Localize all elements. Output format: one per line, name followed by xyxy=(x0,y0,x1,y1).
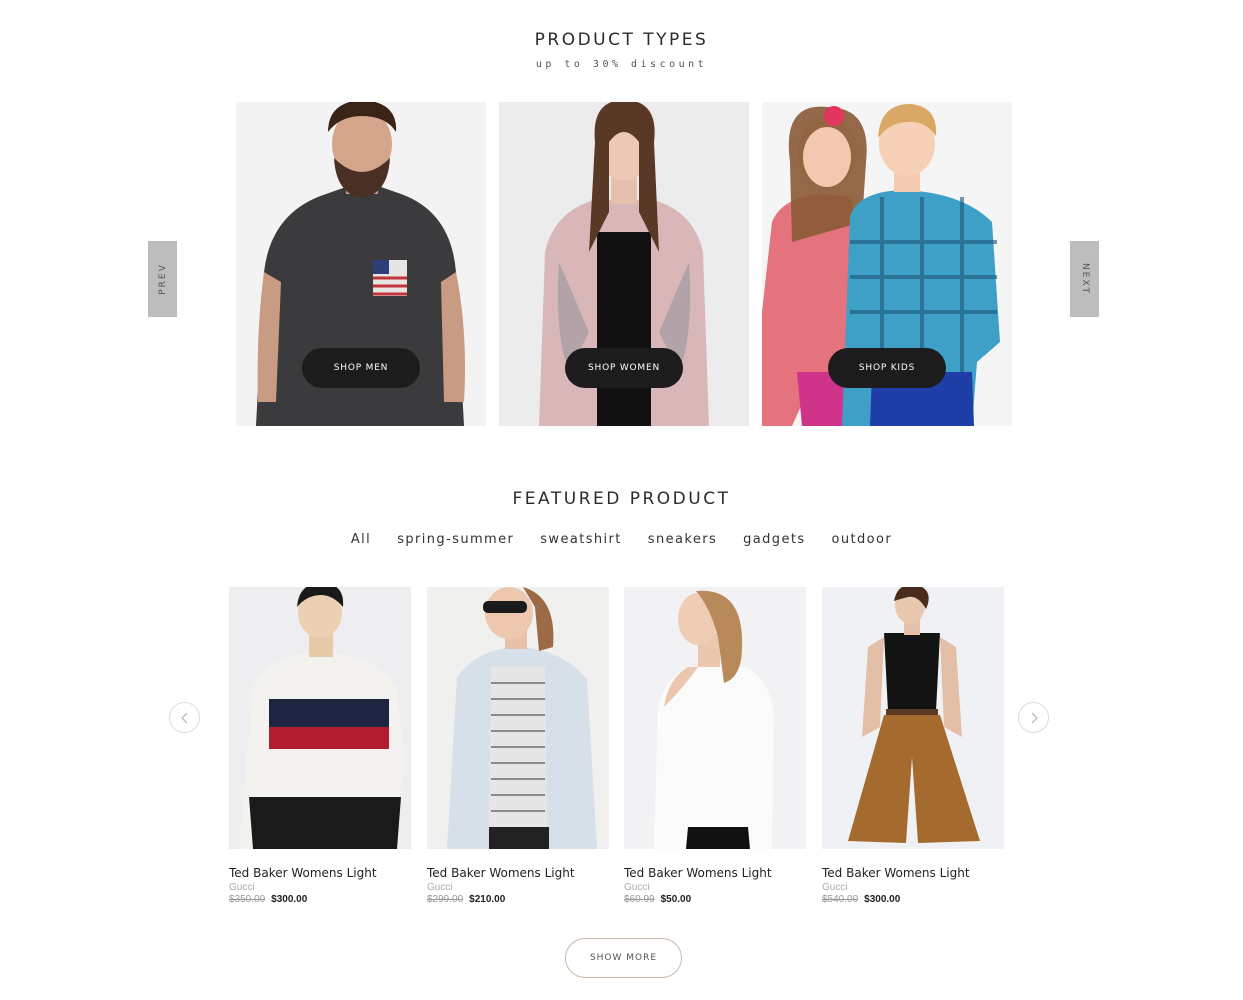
product-price: $300.00 xyxy=(864,894,901,905)
product-brand: Gucci xyxy=(427,882,453,893)
carousel-prev-button[interactable] xyxy=(169,702,200,733)
product-name[interactable]: Ted Baker Womens Light xyxy=(427,866,609,880)
filter-all[interactable]: All xyxy=(351,532,371,547)
product-name[interactable]: Ted Baker Womens Light xyxy=(822,866,1004,880)
shop-men-button[interactable]: SHOP MEN xyxy=(302,348,420,388)
next-tab[interactable]: NEXT xyxy=(1070,241,1099,317)
product-image[interactable] xyxy=(229,587,411,849)
product-price-row: $60.99 $50.00 xyxy=(624,894,806,905)
product-price: $210.00 xyxy=(469,894,506,905)
product-photo-blouse xyxy=(624,587,806,849)
product-types-title: PRODUCT TYPES xyxy=(534,30,709,50)
filter-outdoor[interactable]: outdoor xyxy=(832,532,893,547)
product-price-row: $350.00 $300.00 xyxy=(229,894,411,905)
product-type-card-kids[interactable]: SHOP KIDS xyxy=(762,102,1012,426)
next-tab-label: NEXT xyxy=(1079,263,1090,295)
filter-sweatshirt[interactable]: sweatshirt xyxy=(540,532,622,547)
shop-kids-button[interactable]: SHOP KIDS xyxy=(828,348,946,388)
product-price: $300.00 xyxy=(271,894,308,905)
product-old-price: $60.99 xyxy=(624,894,655,905)
prev-tab-label: PREV xyxy=(157,263,168,295)
product-card[interactable]: Ted Baker Womens Light Gucci $60.99 $50.0… xyxy=(624,587,806,905)
product-card[interactable]: Ted Baker Womens Light Gucci $350.00 $300… xyxy=(229,587,411,905)
product-image[interactable] xyxy=(822,587,1004,849)
prev-tab[interactable]: PREV xyxy=(148,241,177,317)
product-price-row: $299.00 $210.00 xyxy=(427,894,609,905)
product-type-card-men[interactable]: SHOP MEN xyxy=(236,102,486,426)
product-brand: Gucci xyxy=(624,882,650,893)
chevron-left-icon xyxy=(180,712,187,723)
product-photo-wide-pants xyxy=(822,587,1004,849)
product-name[interactable]: Ted Baker Womens Light xyxy=(624,866,806,880)
product-price-row: $540.00 $300.00 xyxy=(822,894,1004,905)
filter-gadgets[interactable]: gadgets xyxy=(743,532,805,547)
product-old-price: $299.00 xyxy=(427,894,464,905)
filter-sneakers[interactable]: sneakers xyxy=(648,532,717,547)
shop-women-button[interactable]: SHOP WOMEN xyxy=(565,348,683,388)
product-name[interactable]: Ted Baker Womens Light xyxy=(229,866,411,880)
product-photo-shirt xyxy=(427,587,609,849)
category-filter-bar: All spring-summer sweatshirt sneakers ga… xyxy=(0,532,1243,547)
product-types-subtitle: up to 30% discount xyxy=(535,59,708,70)
carousel-next-button[interactable] xyxy=(1018,702,1049,733)
product-photo-polo xyxy=(229,587,411,849)
product-image[interactable] xyxy=(427,587,609,849)
product-card[interactable]: Ted Baker Womens Light Gucci $299.00 $210… xyxy=(427,587,609,905)
filter-spring-summer[interactable]: spring-summer xyxy=(397,532,514,547)
chevron-right-icon xyxy=(1031,712,1038,723)
product-price: $50.00 xyxy=(660,894,692,905)
product-image[interactable] xyxy=(624,587,806,849)
featured-product-title: FEATURED PRODUCT xyxy=(512,489,731,509)
product-old-price: $350.00 xyxy=(229,894,266,905)
product-card[interactable]: Ted Baker Womens Light Gucci $540.00 $300… xyxy=(822,587,1004,905)
show-more-button[interactable]: SHOW MORE xyxy=(565,938,682,978)
product-brand: Gucci xyxy=(822,882,848,893)
product-brand: Gucci xyxy=(229,882,255,893)
product-old-price: $540.00 xyxy=(822,894,859,905)
product-type-card-women[interactable]: SHOP WOMEN xyxy=(499,102,749,426)
